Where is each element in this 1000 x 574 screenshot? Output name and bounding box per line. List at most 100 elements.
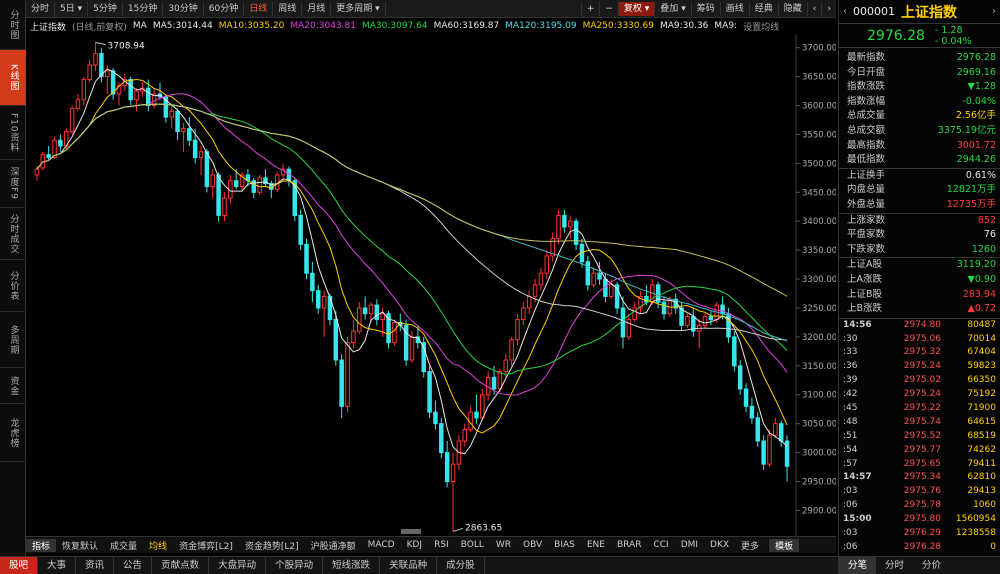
indicator-0[interactable]: 指标 [26,538,57,552]
stat-row: 上证B股 283.94 [839,288,1000,303]
tick-price: 2974.80 [903,319,941,330]
tick-volume: 80487 [967,319,996,330]
bottom-tab-9[interactable]: 成分股 [437,556,485,574]
ma30-value: MA30:3097.64 [361,21,428,31]
stat-label: 总成交额 [847,124,886,136]
tick-time: :33 [843,347,858,358]
ma-settings-link[interactable]: 设置均线 [743,20,779,33]
indicator-20[interactable]: 模板 [769,538,800,552]
indicator-12[interactable]: OBV [517,540,548,550]
stat-row: 上B涨跌 ▲0.72 [839,302,1000,317]
tick-time: :57 [843,458,858,469]
tick-time: :45 [843,403,858,414]
left-tab-8[interactable]: 龙虎榜 [0,404,26,462]
indicator-4[interactable]: 资金博弈[L2] [173,539,239,552]
tick-volume: 71900 [967,403,996,414]
candle [421,336,426,378]
zoom-in-button[interactable]: + [580,1,600,16]
tick-row: 14:57 2975.34 62810 [839,471,1000,485]
stat-value: 2944.26 [956,154,996,166]
chevron-right-icon[interactable]: › [992,6,996,17]
period-button-6[interactable]: 日线 [244,1,274,16]
bottom-tab-5[interactable]: 大盘异动 [209,556,267,574]
kline-chart[interactable]: 3700.00 3650.00 3600.00 3550.00 3500.00 3450.… [26,34,836,536]
chevron-left-icon[interactable]: ‹ [806,1,822,16]
y-tick-label: 3050.00 [802,420,836,430]
indicator-11[interactable]: WR [490,540,517,550]
tick-time: 14:56 [843,319,872,330]
period-button-5[interactable]: 60分钟 [204,1,245,16]
chip-button[interactable]: 筹码 [690,1,720,16]
bottom-tab-3[interactable]: 公告 [114,556,153,574]
stat-label: 最新指数 [847,52,886,63]
hide-button[interactable]: 隐藏 [777,1,807,16]
indicator-14[interactable]: ENE [581,540,611,550]
tick-price: 2975.34 [903,472,941,483]
bottom-tab-4[interactable]: 贡献点数 [152,556,210,574]
left-tab-2[interactable]: F10资料 [0,106,26,160]
stat-row: 最高指数 3001.72 [839,139,1000,154]
indicator-9[interactable]: RSI [428,540,455,550]
period-button-0[interactable]: 分时 [26,1,56,16]
tick-time: :39 [843,375,858,386]
left-tab-4[interactable]: 分时成交 [0,208,26,260]
indicator-19[interactable]: 更多 [735,539,765,552]
chevron-left-icon[interactable]: ‹ [843,6,847,17]
indicator-8[interactable]: KDJ [401,540,429,550]
bottom-tab-6[interactable]: 个股异动 [266,556,324,574]
zoom-out-button[interactable]: − [599,1,618,16]
indicator-15[interactable]: BRAR [611,540,647,550]
indicator-5[interactable]: 资金趋势[L2] [239,539,305,552]
tick-volume: 74262 [967,444,996,455]
period-button-7[interactable]: 周线 [273,1,303,16]
period-button-8[interactable]: 月线 [302,1,332,16]
y-tick-label: 3550.00 [802,130,836,140]
tick-time: :06 [843,541,858,552]
indicator-13[interactable]: BIAS [548,540,581,550]
quote-bottom-tab-0[interactable]: 分笔 [839,557,877,574]
stat-value: 12735万手 [946,198,996,210]
left-tab-3[interactable]: 深度F9 [0,160,26,208]
ma20-value: MA20:3043.81 [290,21,356,31]
bottom-tab-1[interactable]: 大事 [38,556,77,574]
indicator-2[interactable]: 成交量 [104,539,143,552]
indicator-1[interactable]: 恢复默认 [56,539,104,552]
bottom-tab-8[interactable]: 关联品种 [380,556,438,574]
indicator-18[interactable]: DKX [704,540,735,550]
classic-button[interactable]: 经典 [748,1,778,16]
indicator-3[interactable]: 均线 [143,539,173,552]
stat-label: 上证B股 [847,288,883,300]
tick-time: :03 [843,486,858,497]
quote-bottom-tab-2[interactable]: 分价 [913,557,950,574]
period-button-4[interactable]: 30分钟 [163,1,204,16]
quote-bottom-tab-1[interactable]: 分时 [876,557,913,574]
indicator-7[interactable]: MACD [362,540,401,550]
indicator-6[interactable]: 沪股通净额 [305,539,362,552]
scroll-handle[interactable] [401,529,421,534]
indicator-16[interactable]: CCI [647,540,674,550]
indicator-17[interactable]: DMI [675,540,704,550]
stat-row: 总成交额 3375.19亿元 [839,124,1000,139]
overlay-button[interactable]: 叠加 ▾ [654,1,690,16]
bottom-tab-2[interactable]: 资讯 [76,556,115,574]
bottom-tab-0[interactable]: 股吧 [0,556,39,574]
period-button-1[interactable]: 5日 ▾ [55,1,89,16]
period-button-3[interactable]: 15分钟 [123,1,164,16]
period-button-9[interactable]: 更多周期 ▾ [331,1,386,16]
indicator-10[interactable]: BOLL [455,540,490,550]
tick-time: :54 [843,444,858,455]
left-tab-1[interactable]: K线图 [0,50,26,106]
draw-line-button[interactable]: 画线 [719,1,749,16]
y-tick-label: 3150.00 [802,362,836,372]
period-label: 日线 [249,3,268,14]
stat-row: 内盘总量 12821万手 [839,183,1000,198]
left-tab-6[interactable]: 多周期 [0,312,26,368]
fuquan-button[interactable]: 复权 ▾ [617,1,655,16]
left-tab-5[interactable]: 分价表 [0,260,26,312]
stat-value: 3119.20 [956,259,996,271]
period-button-2[interactable]: 5分钟 [88,1,123,16]
left-tab-7[interactable]: 资金 [0,368,26,404]
bottom-tab-7[interactable]: 短线涨跌 [323,556,381,574]
left-tab-0[interactable]: 分时图 [0,0,26,50]
chevron-right-icon[interactable]: › [821,1,836,16]
